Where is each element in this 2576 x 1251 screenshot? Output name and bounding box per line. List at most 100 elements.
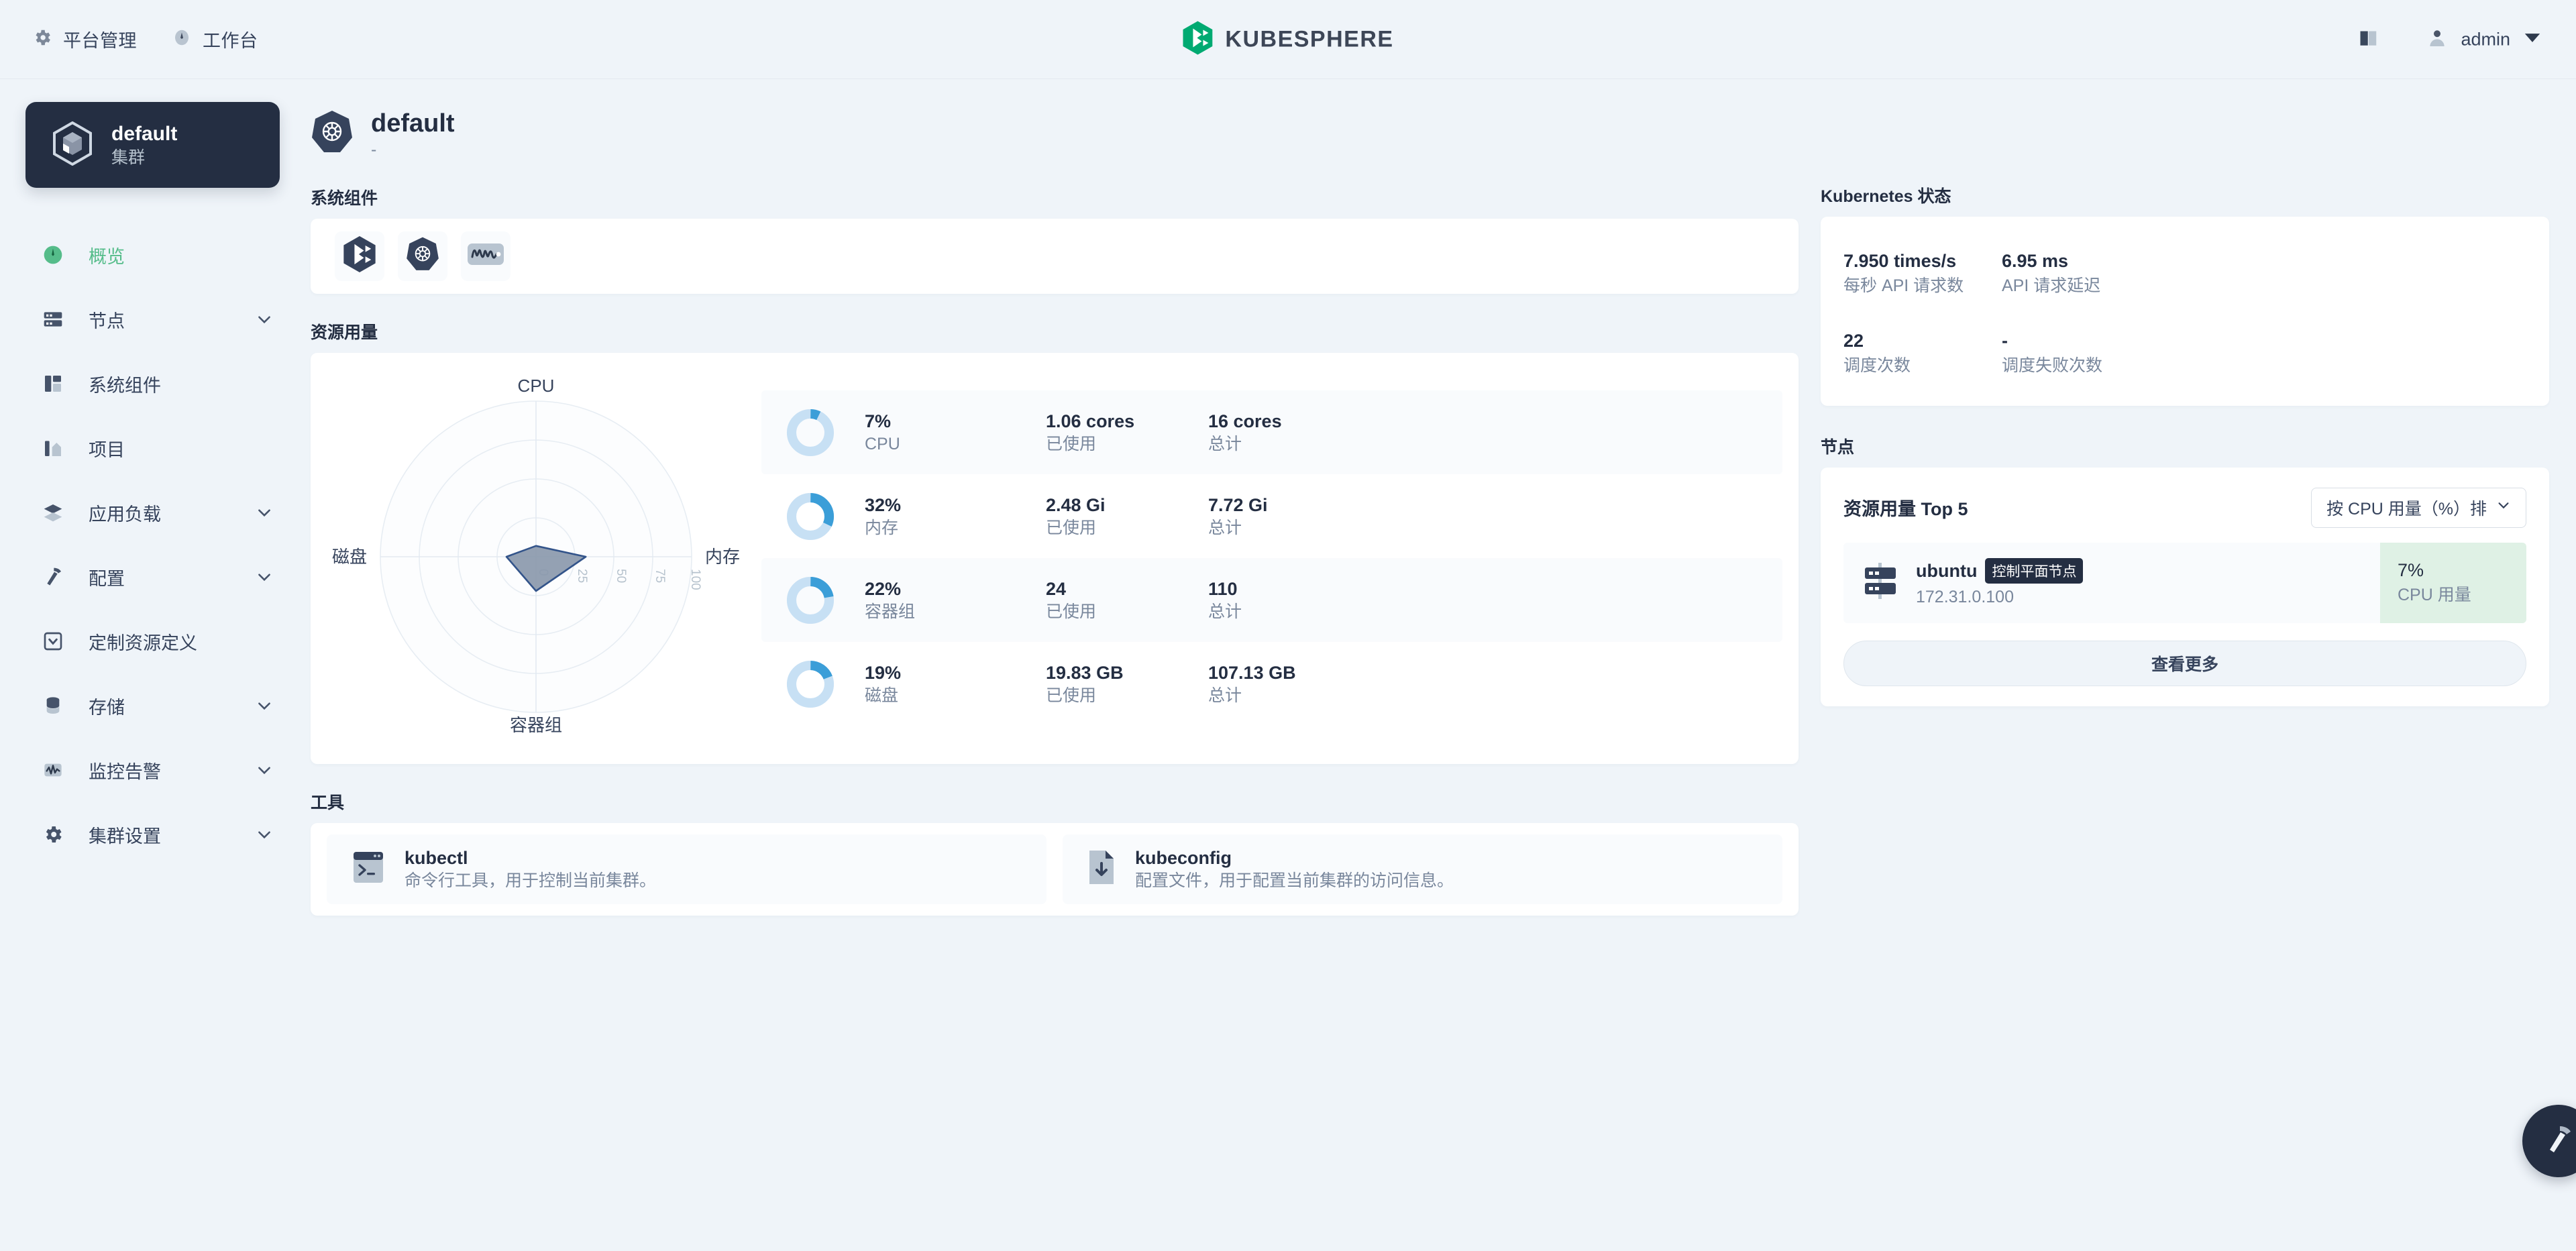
top-nav-label: 平台管理 [63, 31, 137, 51]
user-menu[interactable]: admin [2427, 28, 2541, 51]
resource-used-label: 已使用 [1046, 686, 1097, 705]
chevron-down-icon[interactable] [256, 761, 273, 779]
sidebar-item-system-components[interactable]: 系统组件 [0, 351, 305, 416]
radar-label-pods: 容器组 [510, 715, 562, 735]
terminal-icon [351, 849, 386, 889]
gear-icon [32, 28, 52, 51]
file-download-icon [1087, 849, 1116, 889]
resource-name: 容器组 [865, 602, 916, 621]
resource-percent: 19% [865, 662, 902, 683]
project-icon [42, 437, 64, 459]
stat-label: API 请求延迟 [2002, 276, 2101, 295]
page-title: default [371, 109, 455, 138]
hammer-icon [42, 565, 64, 588]
book-icon[interactable] [2359, 28, 2379, 50]
resource-name: 磁盘 [865, 686, 899, 705]
chevron-down-icon[interactable] [256, 697, 273, 714]
sidebar-item-cluster-settings[interactable]: 集群设置 [0, 802, 305, 867]
layers-icon [42, 501, 64, 524]
sidebar-item-label: 系统组件 [89, 375, 161, 396]
chevron-down-icon[interactable] [256, 311, 273, 328]
chevron-down-icon [2496, 498, 2511, 517]
sidebar-item-label: 集群设置 [89, 826, 161, 847]
sidebar-item-crd[interactable]: 定制资源定义 [0, 609, 305, 673]
sidebar-item-storage[interactable]: 存储 [0, 673, 305, 738]
resource-total-value: 110 [1208, 578, 1238, 599]
sidebar-item-label: 定制资源定义 [89, 633, 197, 653]
tools-title: 工具 [311, 793, 345, 812]
k8s-stat-schedule-count: 22 调度次数 [1843, 329, 2002, 378]
right-column: Kubernetes 状态 7.950 times/s 每秒 API 请求数 6… [1818, 79, 2576, 1251]
component-tile-kubernetes[interactable] [398, 231, 447, 281]
node-metric-value: 7% [2398, 560, 2424, 581]
sidebar-item-overview[interactable]: 概览 [0, 223, 305, 287]
memory-donut-chart [786, 492, 835, 540]
cluster-selector[interactable]: default 集群 [25, 102, 280, 188]
resource-used-label: 已使用 [1046, 602, 1097, 621]
sidebar-item-configuration[interactable]: 配置 [0, 545, 305, 609]
view-more-button[interactable]: 查看更多 [1843, 640, 2526, 686]
resource-row-memory: 32% 内存 2.48 Gi 已使用 7.72 Gi 总计 [761, 474, 1782, 558]
chevron-down-icon[interactable] [256, 504, 273, 521]
svg-text:75: 75 [653, 569, 667, 583]
sidebar-item-monitoring[interactable]: 监控告警 [0, 738, 305, 802]
node-sort-dropdown[interactable]: 按 CPU 用量（%）排 [2311, 487, 2526, 528]
resource-total-label: 总计 [1208, 518, 1242, 537]
brand-logo[interactable]: KUBESPHERE [1182, 21, 1393, 58]
k8s-status-card: 7.950 times/s 每秒 API 请求数 6.95 ms API 请求延… [1821, 217, 2549, 406]
stat-label: 每秒 API 请求数 [1843, 276, 1964, 295]
radar-label-cpu: CPU [518, 377, 555, 396]
nodes-card-header: 资源用量 Top 5 按 CPU 用量（%）排 [1821, 468, 2549, 543]
resource-percent: 22% [865, 578, 902, 599]
sidebar: default 集群 概览 节点 系统组件 项目 应用负载 配置 定制资源定义 … [0, 79, 305, 1251]
resource-usage-card: 0 25 50 75 100 CPU 内存 容器组 磁盘 [311, 352, 1799, 764]
resource-total-value: 7.72 Gi [1208, 494, 1268, 515]
resource-radar-chart: 0 25 50 75 100 CPU 内存 容器组 磁盘 [311, 370, 761, 746]
node-metric: 7% CPU 用量 [2380, 542, 2526, 623]
top-bar: 平台管理 工作台 KUBESPHERE admin [0, 0, 2576, 79]
chevron-down-icon [2524, 32, 2541, 46]
stat-label: 调度次数 [1843, 356, 1911, 375]
tools-fab-button[interactable] [2522, 1105, 2576, 1177]
sidebar-item-label: 监控告警 [89, 761, 161, 782]
server-icon [42, 308, 64, 331]
sidebar-item-projects[interactable]: 项目 [0, 416, 305, 480]
node-list-item[interactable]: ubuntu 控制平面节点 172.31.0.100 7% CPU 用量 [1843, 542, 2526, 623]
sidebar-item-workloads[interactable]: 应用负载 [0, 480, 305, 545]
dashboard-icon [42, 243, 64, 266]
top-nav-item-platform[interactable]: 平台管理 [32, 26, 137, 52]
waveform-icon [466, 239, 505, 272]
node-ip: 172.31.0.100 [1916, 588, 2014, 607]
crd-icon [42, 630, 64, 653]
page-subtitle: - [371, 140, 377, 159]
sidebar-item-label: 应用负载 [89, 504, 161, 525]
stat-label: 调度失败次数 [2002, 356, 2103, 375]
top-nav-item-workbench[interactable]: 工作台 [172, 26, 258, 52]
resource-name: 内存 [865, 518, 899, 537]
sidebar-item-label: 配置 [89, 568, 125, 589]
chevron-down-icon[interactable] [256, 826, 273, 843]
stat-value: 22 [1843, 330, 1864, 351]
user-avatar-icon [2427, 28, 2447, 51]
sidebar-item-label: 节点 [89, 311, 125, 331]
node-name: ubuntu [1916, 560, 1978, 581]
chevron-down-icon[interactable] [256, 568, 273, 586]
k8s-status-title: Kubernetes 状态 [1821, 187, 1951, 206]
sidebar-item-nodes[interactable]: 节点 [0, 287, 305, 351]
resource-used-value: 24 [1046, 578, 1067, 599]
compass-icon [172, 28, 192, 51]
sidebar-item-label: 项目 [89, 439, 125, 460]
kubernetes-icon [311, 109, 354, 158]
component-tile-monitoring[interactable] [461, 231, 511, 281]
tool-kubeconfig[interactable]: kubeconfig 配置文件，用于配置当前集群的访问信息。 [1063, 834, 1782, 904]
node-info: ubuntu 控制平面节点 172.31.0.100 [1843, 543, 2380, 623]
system-components-card [311, 218, 1799, 294]
tool-kubectl[interactable]: kubectl 命令行工具，用于控制当前集群。 [327, 834, 1046, 904]
resource-total-label: 总计 [1208, 602, 1242, 621]
component-tile-kubesphere[interactable] [335, 231, 384, 281]
k8s-status-grid: 7.950 times/s 每秒 API 请求数 6.95 ms API 请求延… [1821, 217, 2549, 406]
kubesphere-logo-icon [343, 236, 376, 276]
k8s-stat-api-rate: 7.950 times/s 每秒 API 请求数 [1843, 249, 2002, 298]
resource-total-value: 16 cores [1208, 411, 1282, 431]
sidebar-nav: 概览 节点 系统组件 项目 应用负载 配置 定制资源定义 存储 监控告警 集群设… [0, 223, 305, 867]
